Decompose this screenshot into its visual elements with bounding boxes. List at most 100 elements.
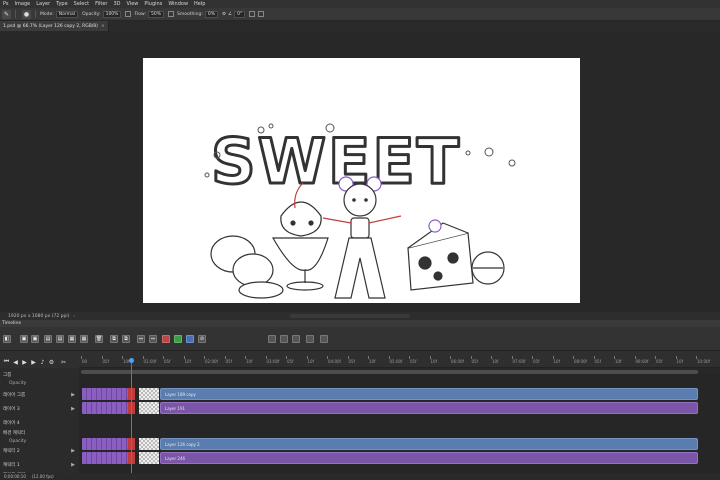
ruler-tick-label: 07:00f bbox=[512, 359, 526, 364]
layer-row[interactable]: 캐릭터 2 ▶ bbox=[0, 446, 79, 455]
transparent-frame[interactable] bbox=[139, 388, 159, 400]
layer-row[interactable]: 레이어 3 ▶ bbox=[0, 404, 79, 413]
menu-layer[interactable]: Layer bbox=[33, 1, 53, 7]
clip[interactable]: Layer 126 copy 2 bbox=[160, 438, 698, 450]
smoothing-field[interactable]: 0% bbox=[204, 10, 218, 18]
layer-label: 그룹 bbox=[3, 372, 12, 378]
macarons-drawing bbox=[210, 235, 284, 299]
menu-image[interactable]: Image bbox=[12, 1, 34, 7]
slider-icon[interactable] bbox=[292, 335, 300, 343]
layer-row[interactable]: 레이어 그룹 ▶ bbox=[0, 390, 79, 399]
clip[interactable]: Layer 189 copy bbox=[160, 388, 698, 400]
flow-field[interactable]: 50% bbox=[148, 10, 165, 18]
expand-icon[interactable]: ▶ bbox=[71, 406, 75, 412]
horizontal-scrollbar[interactable] bbox=[290, 314, 410, 318]
frame-icon[interactable]: ▣ bbox=[20, 335, 28, 343]
menu-bar: Ps Image Layer Type Select Filter 3D Vie… bbox=[0, 0, 720, 8]
slider-icon[interactable] bbox=[268, 335, 276, 343]
ruler-tick-label: 06:00f bbox=[451, 359, 464, 364]
prev-frame-icon[interactable]: ◀ bbox=[12, 359, 19, 366]
ruler-tick-label: 10f bbox=[307, 359, 315, 364]
play-icon[interactable]: ▶ bbox=[21, 359, 28, 366]
transparent-frame[interactable] bbox=[139, 452, 159, 464]
close-icon[interactable]: × bbox=[101, 24, 105, 29]
layer-row[interactable]: 캐릭터 1 ▶ bbox=[0, 460, 79, 469]
no-label-button[interactable]: ⊘ bbox=[198, 335, 206, 343]
angle-field[interactable]: 0° bbox=[234, 10, 246, 18]
document-tab[interactable]: 1.psd @ 66.7% (Layer 126 copy 2, RGB/8) … bbox=[0, 21, 109, 31]
timeline-title[interactable]: Timeline bbox=[2, 321, 21, 326]
airbrush-icon[interactable] bbox=[168, 11, 175, 17]
playhead-handle[interactable] bbox=[129, 358, 134, 363]
expand-icon[interactable]: ▶ bbox=[71, 392, 75, 398]
ruler-tick-label: 04:00f bbox=[328, 359, 341, 364]
ruler-tick-label: 10f bbox=[369, 359, 376, 364]
slider-icon[interactable] bbox=[320, 335, 328, 343]
menu-filter[interactable]: Filter bbox=[92, 1, 110, 7]
blue-label-button[interactable] bbox=[186, 335, 194, 343]
document-canvas[interactable]: SWEET bbox=[143, 58, 580, 303]
first-frame-icon[interactable]: ⏮ bbox=[3, 358, 10, 365]
brush-tool-icon[interactable]: ✎ bbox=[2, 9, 11, 19]
menu-ps[interactable]: Ps bbox=[0, 1, 12, 7]
layer-icon[interactable]: ▤ bbox=[44, 335, 52, 343]
layer-row[interactable]: 그룹 bbox=[0, 370, 79, 379]
onion-skin-icon[interactable]: ◧ bbox=[3, 335, 11, 343]
gear-icon[interactable]: ⚙ bbox=[222, 12, 226, 17]
opacity-field[interactable]: 100% bbox=[102, 10, 122, 18]
merge-icon[interactable]: ⧉ bbox=[122, 335, 130, 343]
frame-strip[interactable] bbox=[82, 452, 128, 464]
pressure-opacity-icon[interactable] bbox=[125, 11, 132, 17]
mode-select[interactable]: Normal bbox=[55, 10, 79, 18]
menu-window[interactable]: Window bbox=[165, 1, 191, 7]
menu-select[interactable]: Select bbox=[71, 1, 92, 7]
time-ruler[interactable]: 00 05f 10f 01:00f 05f 10f 02:00f 05f 10f 03:00f 05… bbox=[79, 356, 720, 368]
menu-3d[interactable]: 3D bbox=[110, 1, 123, 7]
new-frame-icon[interactable]: ▦ bbox=[68, 335, 76, 343]
slider-icon[interactable] bbox=[280, 335, 288, 343]
extend-icon[interactable]: ⇔ bbox=[137, 335, 145, 343]
timeline-layers: 그룹 Opacity 레이어 그룹 ▶ 레이어 3 ▶ 레이어 4 배경 캐릭터 Opacity… bbox=[0, 368, 79, 480]
chevron-right-icon[interactable]: › bbox=[73, 314, 75, 319]
ruler-tick-label: 08:00f bbox=[574, 359, 587, 364]
pressure-size-icon[interactable] bbox=[249, 11, 256, 17]
red-label-button[interactable] bbox=[162, 335, 170, 343]
green-label-button[interactable] bbox=[174, 335, 182, 343]
layer-label: 레이어 3 bbox=[3, 406, 20, 412]
transparent-frame[interactable] bbox=[139, 438, 159, 450]
clip[interactable]: Layer 246 bbox=[160, 452, 698, 464]
menu-help[interactable]: Help bbox=[191, 1, 208, 7]
duplicate-icon[interactable]: ▦ bbox=[80, 335, 88, 343]
layer-row[interactable]: 배경 캐릭터 bbox=[0, 428, 79, 437]
slider-icon[interactable] bbox=[306, 335, 314, 343]
cut-icon[interactable]: ✂ bbox=[60, 359, 67, 366]
expand-icon[interactable]: ▶ bbox=[71, 462, 75, 468]
frame-strip[interactable] bbox=[82, 388, 128, 400]
clip[interactable]: Layer 191 bbox=[160, 402, 698, 414]
next-frame-icon[interactable]: ▶ bbox=[30, 359, 37, 366]
layer-label: 레이어 4 bbox=[3, 420, 20, 426]
sweet-text: SWEET bbox=[211, 125, 461, 198]
frame-icon[interactable]: ▣ bbox=[31, 335, 39, 343]
expand-icon[interactable]: ▶ bbox=[71, 448, 75, 454]
timeline-footer: 0:00:00:10 (12.00 fps) bbox=[0, 473, 720, 480]
menu-type[interactable]: Type bbox=[53, 1, 70, 7]
extend-icon[interactable]: ⇔ bbox=[149, 335, 157, 343]
layer-icon[interactable]: ▤ bbox=[56, 335, 64, 343]
brush-preset-icon[interactable]: ● bbox=[22, 9, 31, 19]
playhead[interactable] bbox=[131, 358, 132, 480]
menu-plugins[interactable]: Plugins bbox=[141, 1, 165, 7]
split-icon[interactable]: ⧉ bbox=[110, 335, 118, 343]
audio-icon[interactable]: ♪ bbox=[39, 359, 46, 366]
menu-view[interactable]: View bbox=[124, 1, 142, 7]
layer-row[interactable]: 레이어 4 bbox=[0, 418, 79, 427]
symmetry-icon[interactable] bbox=[258, 11, 265, 17]
layer-property-row[interactable]: Opacity bbox=[0, 437, 79, 446]
frame-strip[interactable] bbox=[82, 438, 128, 450]
layer-property-row[interactable]: Opacity bbox=[0, 379, 79, 388]
frame-strip[interactable] bbox=[82, 402, 128, 414]
settings-icon[interactable]: ⚙ bbox=[48, 359, 55, 366]
trash-icon[interactable]: 🗑 bbox=[95, 335, 103, 343]
current-time[interactable]: 0:00:00:10 bbox=[4, 474, 26, 479]
transparent-frame[interactable] bbox=[139, 402, 159, 414]
